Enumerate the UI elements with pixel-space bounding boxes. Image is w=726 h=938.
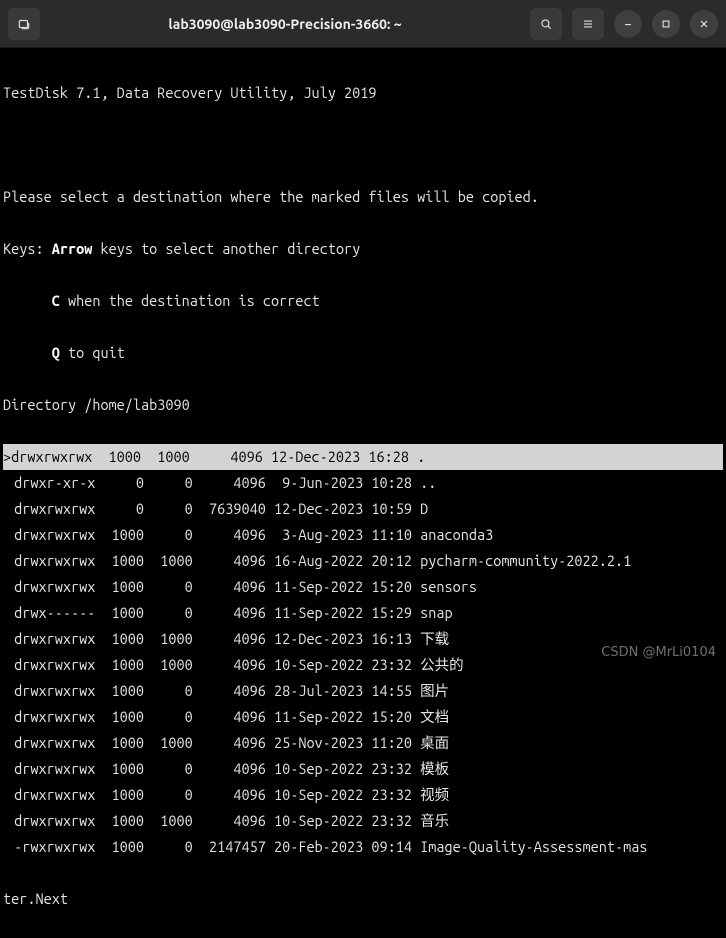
window-titlebar: lab3090@lab3090-Precision-3660: ~ [0,0,726,48]
file-row[interactable]: drwxrwxrwx 0 0 7639040 12-Dec-2023 10:59… [3,496,723,522]
file-row[interactable]: drwxr-xr-x 0 0 4096 9-Jun-2023 10:28 .. [3,470,723,496]
file-row[interactable]: >drwxrwxrwx 1000 1000 4096 12-Dec-2023 1… [3,444,723,470]
menu-button[interactable] [572,8,604,40]
watermark: CSDN @MrLi0104 [601,640,716,666]
maximize-button[interactable] [652,10,680,38]
new-tab-button[interactable] [8,8,40,40]
blank-line [3,132,723,158]
minimize-button[interactable] [614,10,642,38]
q-key: Q [52,344,60,361]
file-row[interactable]: drwxrwxrwx 1000 0 4096 28-Jul-2023 14:55… [3,678,723,704]
file-row[interactable]: drwxrwxrwx 1000 0 4096 10-Sep-2022 23:32… [3,756,723,782]
close-button[interactable] [690,10,718,38]
terminal-content[interactable]: TestDisk 7.1, Data Recovery Utility, Jul… [0,48,726,938]
file-row[interactable]: drwxrwxrwx 1000 0 4096 10-Sep-2022 23:32… [3,782,723,808]
file-row[interactable]: drwxrwxrwx 1000 1000 4096 10-Sep-2022 23… [3,808,723,834]
file-row[interactable]: drwxrwxrwx 1000 1000 4096 16-Aug-2022 20… [3,548,723,574]
keys-arrow-line: Keys: Arrow keys to select another direc… [3,236,723,262]
file-row[interactable]: drwxrwxrwx 1000 0 4096 11-Sep-2022 15:20… [3,704,723,730]
file-row[interactable]: -rwxrwxrwx 1000 0 2147457 20-Feb-2023 09… [3,834,723,860]
file-row[interactable]: drwxrwxrwx 1000 0 4096 3-Aug-2023 11:10 … [3,522,723,548]
window-title: lab3090@lab3090-Precision-3660: ~ [46,11,524,37]
app-version-line: TestDisk 7.1, Data Recovery Utility, Jul… [3,80,723,106]
c-key: C [52,292,60,309]
file-row[interactable]: drwxrwxrwx 1000 1000 4096 25-Nov-2023 11… [3,730,723,756]
keys-c-line: C when the destination is correct [3,288,723,314]
file-row[interactable]: drwx------ 1000 0 4096 11-Sep-2022 15:29… [3,600,723,626]
wrap-line: ter.Next [3,886,723,912]
directory-line: Directory /home/lab3090 [3,392,723,418]
file-row[interactable]: drwxrwxrwx 1000 0 4096 11-Sep-2022 15:20… [3,574,723,600]
keys-q-line: Q to quit [3,340,723,366]
arrow-key: Arrow [52,240,93,257]
search-button[interactable] [530,8,562,40]
prompt-line: Please select a destination where the ma… [3,184,723,210]
